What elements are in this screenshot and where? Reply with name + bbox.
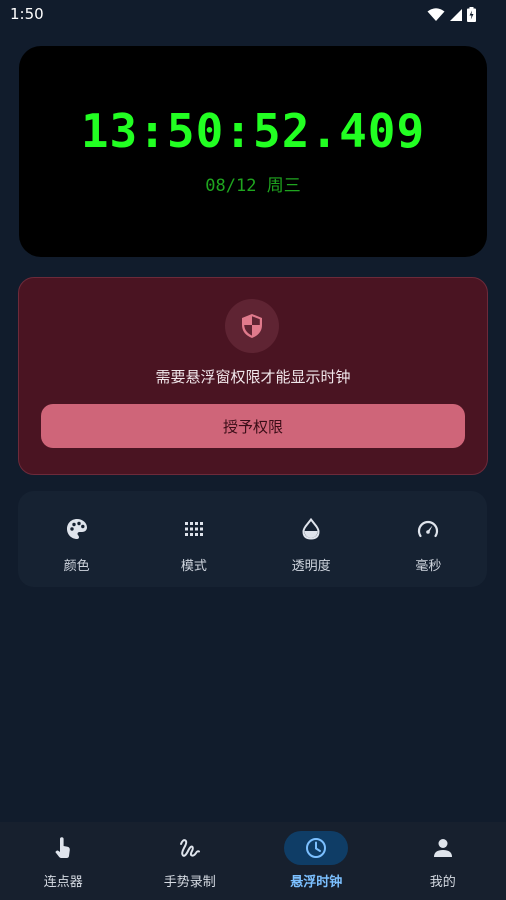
- bottom-navigation: 连点器 手势录制 悬浮时钟 我的: [0, 822, 506, 900]
- nav-item-gesture-record[interactable]: 手势录制: [127, 822, 254, 900]
- opacity-icon: [302, 518, 320, 540]
- option-milliseconds-label: 毫秒: [415, 559, 442, 574]
- grid-icon: [184, 518, 204, 540]
- nav-item-auto-clicker[interactable]: 连点器: [0, 822, 127, 900]
- palette-icon: [66, 518, 88, 540]
- clock-time: 13:50:52.409: [80, 104, 426, 158]
- signal-icon: [450, 8, 462, 21]
- option-color[interactable]: 颜色: [18, 491, 135, 587]
- clock-icon: [306, 838, 327, 858]
- nav-label-floating-clock: 悬浮时钟: [290, 875, 343, 890]
- battery-charging-icon: [467, 7, 476, 22]
- speedometer-icon: [417, 518, 439, 540]
- status-icons: [427, 7, 476, 22]
- status-time: 1:50: [10, 5, 44, 23]
- nav-item-profile[interactable]: 我的: [380, 822, 506, 900]
- shield-icon: [225, 299, 279, 353]
- option-mode[interactable]: 模式: [135, 491, 252, 587]
- clock-options-panel: 颜色 模式 透明度 毫秒: [18, 491, 487, 587]
- permission-card: 需要悬浮窗权限才能显示时钟 授予权限: [18, 277, 488, 475]
- tap-icon: [55, 837, 71, 858]
- option-color-label: 颜色: [63, 559, 90, 574]
- status-bar: 1:50: [0, 0, 506, 30]
- option-opacity[interactable]: 透明度: [253, 491, 370, 587]
- gesture-icon: [179, 839, 200, 857]
- nav-label-profile: 我的: [429, 875, 456, 890]
- nav-label-auto-clicker: 连点器: [43, 875, 83, 890]
- grant-permission-button[interactable]: 授予权限: [41, 404, 465, 448]
- person-icon: [433, 839, 452, 857]
- option-milliseconds[interactable]: 毫秒: [370, 491, 487, 587]
- option-mode-label: 模式: [180, 559, 207, 574]
- permission-message: 需要悬浮窗权限才能显示时钟: [155, 368, 351, 386]
- nav-label-gesture-record: 手势录制: [163, 875, 216, 890]
- clock-preview-card: 13:50:52.409 08/12 周三: [19, 46, 487, 257]
- wifi-icon: [427, 7, 445, 21]
- nav-item-floating-clock[interactable]: 悬浮时钟: [253, 822, 380, 900]
- option-opacity-label: 透明度: [291, 559, 331, 574]
- clock-date: 08/12 周三: [205, 176, 301, 196]
